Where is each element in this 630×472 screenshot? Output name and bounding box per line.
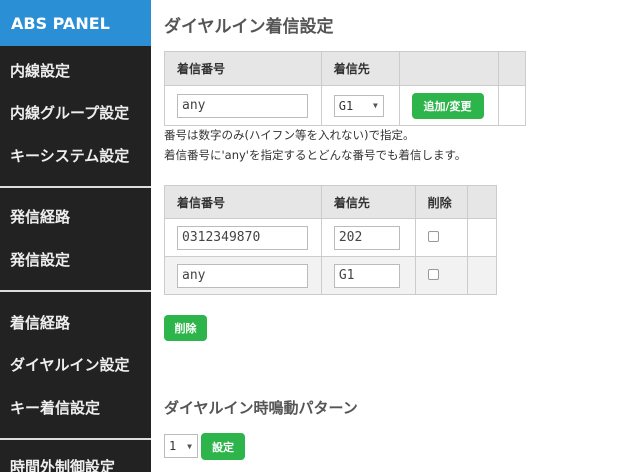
- set-button[interactable]: 設定: [201, 433, 245, 460]
- column-header-destination: 着信先: [320, 51, 400, 86]
- chevron-down-icon: ▼: [372, 101, 378, 110]
- sidebar-divider: [0, 290, 151, 292]
- column-header-number: 着信番号: [164, 51, 322, 86]
- sidebar-item-key-system-settings[interactable]: キーシステム設定: [10, 145, 129, 166]
- sidebar-divider: [0, 438, 151, 440]
- column-header-destination: 着信先: [320, 185, 416, 219]
- column-header-number: 着信番号: [164, 185, 322, 219]
- table-row: [164, 218, 497, 257]
- sidebar-item-key-incoming-settings[interactable]: キー着信設定: [10, 397, 100, 418]
- chevron-down-icon: ▼: [187, 441, 192, 451]
- sidebar-item-extension-settings[interactable]: 内線設定: [10, 60, 70, 81]
- row-destination-input[interactable]: [333, 263, 400, 288]
- sidebar-item-dial-in-settings[interactable]: ダイヤルイン設定: [10, 354, 130, 375]
- add-change-button[interactable]: 追加/変更: [411, 92, 484, 119]
- add-form-table: 着信番号 着信先 G1 ▼ 追加/変更: [164, 51, 526, 126]
- sidebar-item-after-hours-settings[interactable]: 時間外制御設定: [10, 456, 115, 472]
- main-content: ダイヤルイン着信設定 着信番号 着信先 G1 ▼ 追加/変更 番号は数字の: [151, 0, 630, 472]
- row-delete-checkbox[interactable]: [427, 230, 439, 242]
- row-destination-input[interactable]: [333, 225, 400, 250]
- ring-pattern-select[interactable]: 1 ▼: [164, 434, 198, 458]
- destination-select[interactable]: G1 ▼: [333, 94, 384, 117]
- sidebar-divider: [0, 186, 151, 188]
- row-delete-checkbox[interactable]: [427, 268, 439, 280]
- dial-in-list-table: 着信番号 着信先 削除: [164, 185, 497, 295]
- sidebar-item-extension-group-settings[interactable]: 内線グループ設定: [10, 102, 129, 123]
- help-text-digits-only: 番号は数字のみ(ハイフン等を入れない)で指定。: [164, 128, 415, 142]
- sidebar-item-outgoing-settings[interactable]: 発信設定: [10, 249, 70, 270]
- help-text-any-number: 着信番号に'any'を指定するとどんな番号でも着信します。: [164, 148, 467, 162]
- sidebar-item-incoming-route[interactable]: 着信経路: [10, 312, 70, 333]
- sidebar: ABS PANEL 内線設定 内線グループ設定 キーシステム設定 発信経路 発信…: [0, 0, 151, 472]
- page-title: ダイヤルイン着信設定: [164, 17, 334, 37]
- row-number-input[interactable]: [177, 263, 308, 288]
- table-row: [164, 256, 497, 295]
- delete-button[interactable]: 削除: [164, 315, 207, 341]
- ring-pattern-title: ダイヤルイン時鳴動パターン: [164, 399, 358, 417]
- column-header-delete: 削除: [414, 185, 469, 219]
- brand-logo[interactable]: ABS PANEL: [0, 0, 151, 46]
- sidebar-item-outgoing-route[interactable]: 発信経路: [10, 206, 70, 227]
- incoming-number-input[interactable]: [177, 93, 308, 118]
- row-number-input[interactable]: [177, 225, 308, 250]
